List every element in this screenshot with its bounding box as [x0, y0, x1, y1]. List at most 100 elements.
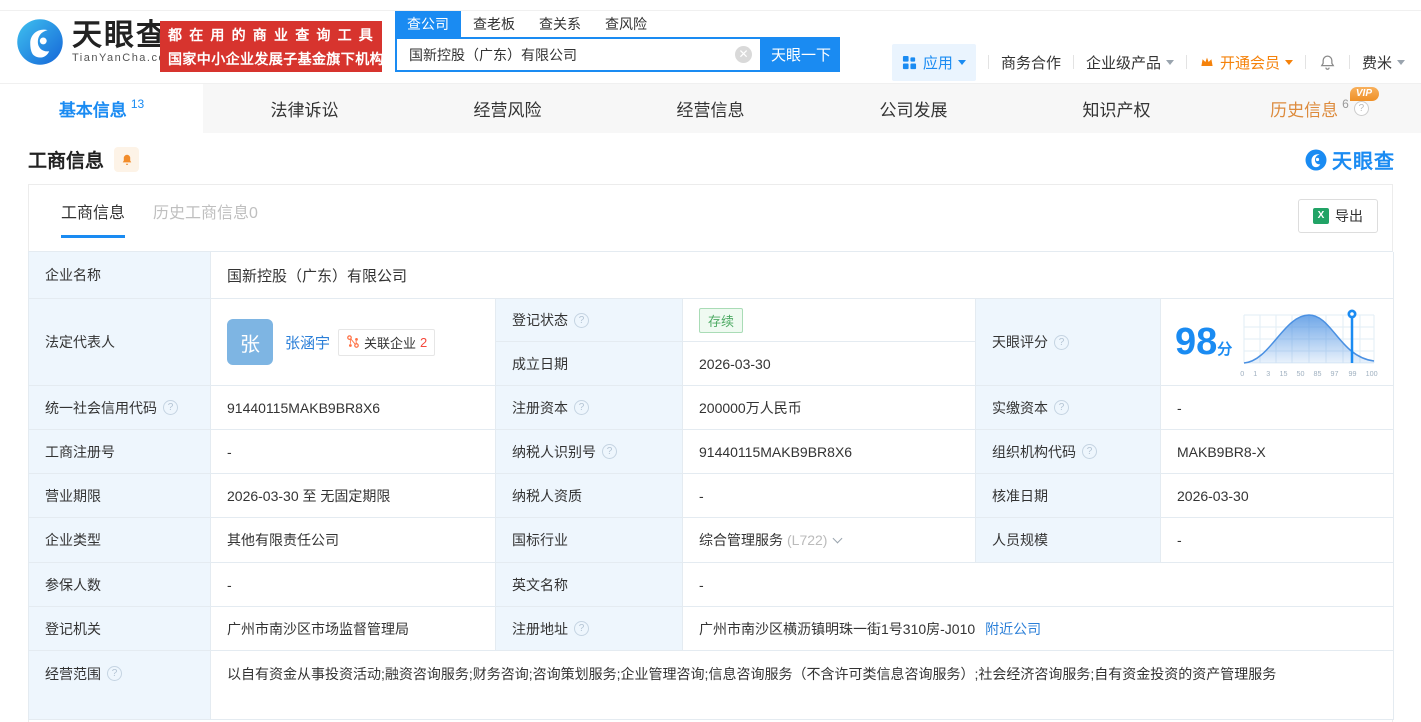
chevron-down-icon — [1165, 59, 1174, 65]
help-icon[interactable]: ? — [163, 400, 178, 415]
industry-code: (L722) — [787, 532, 828, 548]
search-tabs: 查公司 查老板 查关系 查风险 — [395, 11, 840, 37]
nearby-companies-link[interactable]: 附近公司 — [985, 619, 1041, 639]
search-input[interactable] — [395, 37, 762, 72]
subtab-business-info[interactable]: 工商信息 — [61, 199, 126, 238]
tab-operation-info[interactable]: 经营信息 — [609, 84, 812, 133]
chevron-down-icon[interactable] — [833, 533, 843, 543]
label-insured-count: 参保人数 — [29, 563, 211, 607]
value-establish-date: 2026-03-30 — [683, 342, 976, 386]
label-tyc-score: 天眼评分? — [976, 299, 1161, 386]
value-approval-date: 2026-03-30 — [1161, 474, 1394, 518]
related-companies-badge[interactable]: 关联企业 2 — [338, 328, 436, 356]
help-icon[interactable]: ? — [1054, 400, 1069, 415]
export-button[interactable]: X 导出 — [1298, 199, 1378, 233]
chevron-down-icon — [1397, 59, 1405, 65]
search-tab-relation[interactable]: 查关系 — [527, 11, 593, 37]
label-registration-authority: 登记机关 — [29, 607, 211, 651]
business-cooperation-link[interactable]: 商务合作 — [1001, 52, 1061, 73]
tab-basic-info[interactable]: 基本信息 13 — [0, 84, 203, 133]
value-paid-capital: - — [1161, 386, 1394, 430]
chevron-down-icon — [957, 59, 966, 65]
value-business-term: 2026-03-30 至 无固定期限 — [211, 474, 496, 518]
promo-banner: 都在用的商业查询工具 国家中小企业发展子基金旗下机构 — [160, 21, 384, 72]
value-staff-size: - — [1161, 518, 1394, 563]
grid-icon — [902, 55, 916, 69]
help-icon[interactable]: ? — [1353, 101, 1369, 116]
tab-intellectual-property[interactable]: 知识产权 — [1015, 84, 1218, 133]
value-tyc-score[interactable]: 98分 0 1 3 15 50 85 97 99 100 — [1161, 299, 1394, 386]
apps-menu[interactable]: 应用 — [891, 43, 976, 81]
score-unit: 分 — [1217, 341, 1233, 358]
search-tab-boss[interactable]: 查老板 — [461, 11, 527, 37]
enterprise-products-menu[interactable]: 企业级产品 — [1086, 52, 1174, 73]
label-registration-number: 工商注册号 — [29, 430, 211, 474]
notification-bell-icon[interactable] — [1318, 53, 1337, 72]
label-registered-address: 注册地址? — [496, 607, 683, 651]
status-badge: 存续 — [699, 307, 744, 333]
value-registration-authority: 广州市南沙区市场监督管理局 — [211, 607, 496, 651]
avatar[interactable]: 张 — [227, 319, 273, 365]
help-icon[interactable]: ? — [574, 312, 589, 328]
value-registered-address: 广州市南沙区横沥镇明珠一街1号310房-J010 附近公司 — [683, 607, 1394, 651]
help-icon[interactable]: ? — [574, 621, 589, 636]
open-vip-menu[interactable]: 开通会员 — [1199, 52, 1293, 73]
bell-icon — [122, 154, 131, 165]
label-staff-size: 人员规模 — [976, 518, 1161, 563]
label-business-term: 营业期限 — [29, 474, 211, 518]
value-industry[interactable]: 综合管理服务 (L722) — [683, 518, 976, 563]
score-number: 98 — [1175, 321, 1218, 363]
header: 天眼查 TianYanCha.com 都在用的商业查询工具 国家中小企业发展子基… — [0, 11, 1421, 83]
value-org-code: MAKB9BR8-X — [1161, 430, 1394, 474]
header-nav: 应用 商务合作 企业级产品 开通会员 费米 — [891, 43, 1405, 81]
top-divider — [0, 0, 1421, 11]
value-insured-count: - — [211, 563, 496, 607]
tab-company-development[interactable]: 公司发展 — [812, 84, 1015, 133]
tianyancha-logo[interactable]: 天眼查 TianYanCha.com — [14, 16, 177, 68]
search-tab-company[interactable]: 查公司 — [395, 11, 461, 37]
value-taxpayer-qualification: - — [683, 474, 976, 518]
watermark-logo: 天眼查 — [1304, 145, 1395, 174]
label-legal-representative: 法定代表人 — [29, 299, 211, 386]
promo-line-2: 国家中小企业发展子基金旗下机构 — [168, 50, 384, 67]
label-credit-code: 统一社会信用代码? — [29, 386, 211, 430]
help-icon[interactable]: ? — [1054, 334, 1069, 350]
label-taxpayer-id: 纳税人识别号? — [496, 430, 683, 474]
value-business-scope: 以自有资金从事投资活动;融资咨询服务;财务咨询;咨询策划服务;企业管理咨询;信息… — [211, 651, 1394, 720]
tab-history-info[interactable]: VIP 历史信息 6 ? — [1218, 84, 1421, 133]
label-company-name: 企业名称 — [29, 252, 211, 299]
section-head: 工商信息 天眼查 — [0, 133, 1421, 184]
value-registered-capital: 200000万人民币 — [683, 386, 976, 430]
search-tab-risk[interactable]: 查风险 — [593, 11, 659, 37]
label-taxpayer-qualification: 纳税人资质 — [496, 474, 683, 518]
search-area: 查公司 查老板 查关系 查风险 ✕ 天眼一下 — [395, 11, 840, 72]
help-icon[interactable]: ? — [602, 444, 617, 459]
score-distribution-chart: 0 1 3 15 50 85 97 99 100 — [1240, 307, 1378, 378]
search-button[interactable]: 天眼一下 — [762, 37, 840, 72]
business-info-table: 企业名称 国新控股（广东）有限公司 法定代表人 张 张涵宇 关联企业 2 登记状… — [28, 251, 1394, 720]
legal-rep-name-link[interactable]: 张涵宇 — [285, 332, 330, 353]
vip-crown-icon — [1201, 57, 1213, 66]
value-taxpayer-id: 91440115MAKB9BR8X6 — [683, 430, 976, 474]
promo-line-1: 都在用的商业查询工具 — [168, 26, 380, 43]
user-menu[interactable]: 费米 — [1362, 52, 1405, 73]
help-icon[interactable]: ? — [574, 400, 589, 415]
label-registration-status: 登记状态? — [496, 299, 683, 342]
value-company-name: 国新控股（广东）有限公司 — [211, 252, 1394, 299]
company-tabs: 基本信息 13 法律诉讼 经营风险 经营信息 公司发展 知识产权 VIP 历史信息… — [0, 83, 1421, 133]
tianyancha-eye-icon — [17, 19, 63, 65]
tab-operation-risk[interactable]: 经营风险 — [406, 84, 609, 133]
label-english-name: 英文名称 — [496, 563, 683, 607]
help-icon[interactable]: ? — [1082, 444, 1097, 459]
monitor-bell-button[interactable] — [114, 147, 140, 172]
clear-icon[interactable]: ✕ — [735, 46, 752, 63]
tab-legal-proceedings[interactable]: 法律诉讼 — [203, 84, 406, 133]
tab-history-count: 6 — [1342, 96, 1349, 111]
score-axis-ticks: 0 1 3 15 50 85 97 99 100 — [1240, 368, 1378, 378]
value-registration-number: - — [211, 430, 496, 474]
label-establish-date: 成立日期 — [496, 342, 683, 386]
vip-badge: VIP — [1349, 87, 1379, 101]
subtab-history-business-info[interactable]: 历史工商信息0 — [153, 199, 258, 235]
label-paid-capital: 实缴资本? — [976, 386, 1161, 430]
help-icon[interactable]: ? — [107, 666, 122, 681]
